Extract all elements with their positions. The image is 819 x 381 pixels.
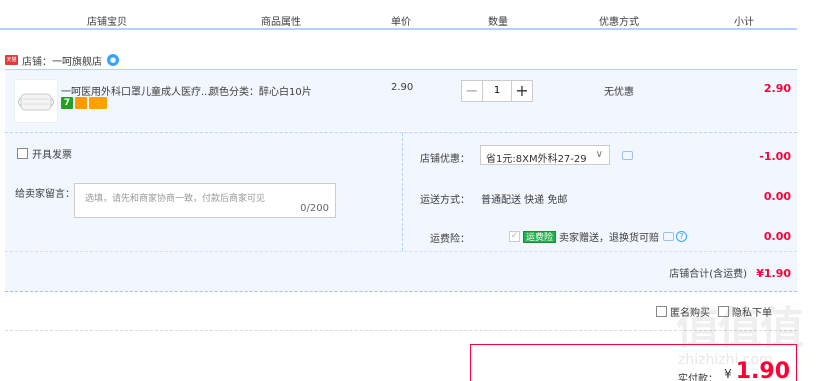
options-divider xyxy=(402,133,403,251)
divider xyxy=(5,251,797,252)
service-tags: 7 xyxy=(61,97,109,109)
shop-total-amount: ¥1.90 xyxy=(756,267,791,280)
shop-name-link[interactable]: 店铺：一呵旗舰店 xyxy=(22,53,102,68)
invoice-label: 开具发票 xyxy=(32,150,72,161)
col-subtotal: 小计 xyxy=(734,17,754,28)
mask-image-icon xyxy=(18,93,54,111)
watermark-url: zhizhizhi.com xyxy=(678,352,773,368)
shipping-label: 运送方式： xyxy=(420,195,470,206)
message-placeholder: 选填，请先和商家协商一致，付款后商家可见 xyxy=(85,194,266,204)
help-icon[interactable]: ? xyxy=(676,231,688,242)
qty-input[interactable]: 1 xyxy=(483,80,511,102)
insurance-tag: 运费险 xyxy=(523,230,557,243)
insurance-description: 卖家赠送，退换货可赔 xyxy=(559,233,660,244)
shipping-method: 普通配送 快递 免邮 xyxy=(481,195,568,206)
card-payment-icon xyxy=(89,97,107,109)
item-discount: 无优惠 xyxy=(604,87,634,98)
shop-total-label: 店铺合计(含运费) xyxy=(669,269,748,280)
cart-table-header: 店铺宝贝 商品属性 单价 数量 优惠方式 小计 xyxy=(0,0,797,30)
insurance-label: 运费险： xyxy=(430,234,470,245)
chat-icon[interactable]: ● xyxy=(107,54,119,66)
shop-coupon-value: 省1元:8XM外科27-29 xyxy=(486,154,587,165)
item-subtotal: 2.90 xyxy=(763,82,791,95)
insurance-amount: 0.00 xyxy=(763,230,791,243)
shop-coupon-label: 店铺优惠： xyxy=(420,154,470,165)
chevron-down-icon: ∨ xyxy=(595,149,603,160)
message-label: 给卖家留言： xyxy=(15,189,75,200)
col-discount: 优惠方式 xyxy=(599,17,639,28)
unit-price: 2.90 xyxy=(391,82,414,93)
anonymous-checkbox[interactable] xyxy=(656,306,667,317)
comment-icon[interactable] xyxy=(622,151,633,160)
insurance-checkbox[interactable]: ✓ xyxy=(509,231,520,242)
product-attribute: 颜色分类：醉心白10片 xyxy=(209,87,312,98)
product-thumbnail[interactable] xyxy=(14,79,58,123)
message-textarea[interactable]: 选填，请先和商家协商一致，付款后商家可见 0/200 xyxy=(74,183,336,218)
col-shop-item: 店铺宝贝 xyxy=(87,17,127,28)
shop-total: 店铺合计(含运费) ¥1.90 xyxy=(669,265,791,280)
quantity-stepper: − 1 + xyxy=(461,80,533,102)
seven-day-return-icon: 7 xyxy=(61,97,73,109)
message-char-count: 0/200 xyxy=(300,203,329,214)
shipping-amount: 0.00 xyxy=(763,190,791,203)
product-title-link[interactable]: 一呵医用外科口罩儿童成人医疗... xyxy=(61,83,211,98)
qty-increase-button[interactable]: + xyxy=(511,80,533,102)
col-quantity: 数量 xyxy=(488,17,508,28)
payment-label: 实付款： xyxy=(678,374,718,381)
col-attributes: 商品属性 xyxy=(261,17,301,28)
qty-decrease-button[interactable]: − xyxy=(461,80,483,102)
col-unit-price: 单价 xyxy=(391,17,411,28)
tmall-badge-icon: 天猫 xyxy=(5,55,18,65)
shop-coupon-select[interactable]: 省1元:8XM外科27-29 ∨ xyxy=(480,145,610,165)
guarantee-icon xyxy=(75,97,87,109)
comment-icon[interactable] xyxy=(663,232,675,241)
currency-symbol: ¥ xyxy=(724,367,732,381)
shop-coupon-amount: -1.00 xyxy=(759,150,791,163)
invoice-option[interactable]: 开具发票 xyxy=(17,146,72,161)
order-options: 开具发票 给卖家留言： 选填，请先和商家协商一致，付款后商家可见 0/200 店… xyxy=(5,132,797,292)
shipping-insurance: ✓ 运费险 卖家赠送，退换货可赔 ? xyxy=(509,229,688,244)
shop-row: 天猫 店铺：一呵旗舰店 ● xyxy=(5,53,119,68)
cart-item-row: 一呵医用外科口罩儿童成人医疗... 7 颜色分类：醉心白10片 2.90 − 1… xyxy=(5,69,797,131)
watermark-logo: 值值值 xyxy=(676,303,804,354)
invoice-checkbox[interactable] xyxy=(17,148,28,159)
